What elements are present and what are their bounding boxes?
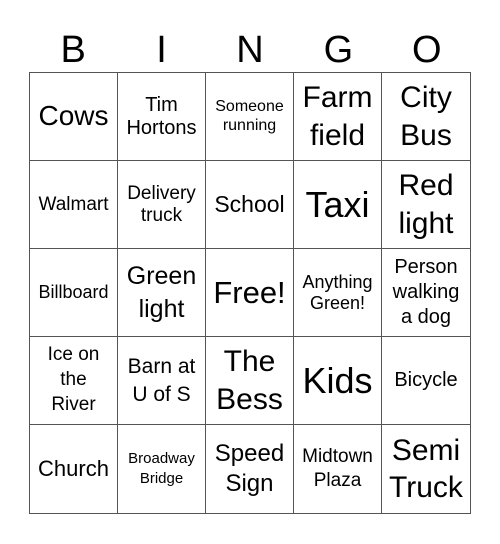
cell-text: Red light (398, 169, 454, 240)
cell-text: Someone running (215, 98, 284, 134)
bingo-cell[interactable]: Ice on the River (30, 337, 118, 425)
cell-text: Broadway Bridge (128, 449, 195, 487)
header-letter-n: N (236, 29, 264, 71)
cell-text: Cows (38, 100, 109, 132)
bingo-cell[interactable]: Speed Sign (206, 425, 294, 513)
cell-text: Ice on the River (47, 344, 100, 415)
bingo-cell[interactable]: Cows (30, 73, 118, 161)
bingo-cell[interactable]: Red light (382, 161, 470, 249)
free-space-text: Free! (213, 274, 286, 310)
bingo-cell[interactable]: Delivery truck (118, 161, 206, 249)
header-letter-i: I (156, 29, 167, 71)
bingo-cell[interactable]: Bicycle (382, 337, 470, 425)
bingo-cell[interactable]: Farm field (294, 73, 382, 161)
cell-text: Semi Truck (389, 433, 463, 505)
bingo-cell[interactable]: Anything Green! (294, 249, 382, 337)
bingo-cell[interactable]: Midtown Plaza (294, 425, 382, 513)
cell-text: Anything Green! (302, 271, 373, 313)
bingo-cell[interactable]: Billboard (30, 249, 118, 337)
cell-text: Walmart (38, 193, 109, 215)
bingo-cell[interactable]: Green light (118, 249, 206, 337)
free-space-cell[interactable]: Free! (206, 249, 294, 337)
bingo-cell[interactable]: School (206, 161, 294, 249)
bingo-card-grid: Cows Tim Hortons Someone running Farm fi… (29, 72, 471, 514)
cell-text: Tim Hortons (126, 93, 197, 139)
cell-text: Church (38, 456, 109, 482)
header-letter-b: B (60, 29, 86, 71)
bingo-header: B I N G O (29, 28, 471, 72)
bingo-cell[interactable]: Taxi (294, 161, 382, 249)
cell-text: Bicycle (394, 369, 458, 391)
cell-text: City Bus (400, 81, 452, 152)
cell-text: Barn at U of S (127, 355, 196, 406)
bingo-cell[interactable]: Person walking a dog (382, 249, 470, 337)
header-letter-g: G (323, 29, 354, 71)
bingo-cell[interactable]: The Bess (206, 337, 294, 425)
bingo-cell[interactable]: Broadway Bridge (118, 425, 206, 513)
cell-text: The Bess (216, 345, 283, 416)
cell-text: Midtown Plaza (302, 446, 373, 491)
cell-text: Billboard (38, 282, 109, 303)
cell-text: Person walking a dog (392, 256, 460, 328)
cell-text: Delivery truck (127, 182, 196, 226)
bingo-cell[interactable]: Tim Hortons (118, 73, 206, 161)
bingo-cell[interactable]: City Bus (382, 73, 470, 161)
bingo-cell[interactable]: Someone running (206, 73, 294, 161)
bingo-cell[interactable]: Walmart (30, 161, 118, 249)
cell-text: School (214, 191, 285, 218)
bingo-cell[interactable]: Church (30, 425, 118, 513)
header-letter-o: O (411, 29, 442, 71)
cell-text: Taxi (305, 183, 370, 225)
bingo-cell[interactable]: Semi Truck (382, 425, 470, 513)
cell-text: Speed Sign (214, 440, 285, 497)
bingo-cell[interactable]: Barn at U of S (118, 337, 206, 425)
cell-text: Farm field (302, 81, 373, 152)
cell-text: Kids (302, 359, 373, 401)
bingo-cell[interactable]: Kids (294, 337, 382, 425)
cell-text: Green light (126, 262, 197, 323)
